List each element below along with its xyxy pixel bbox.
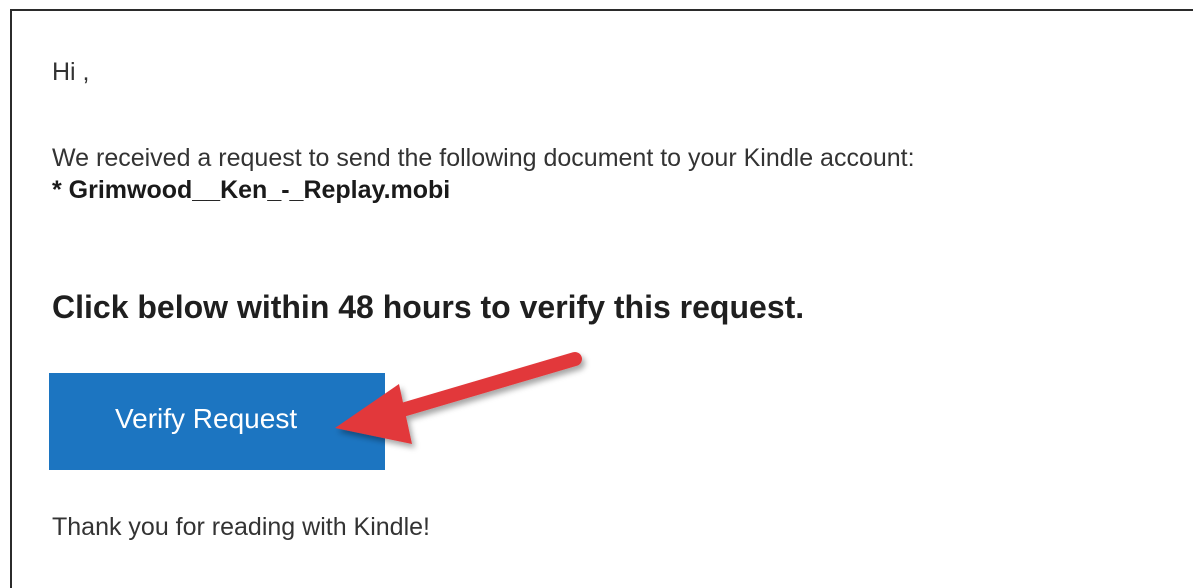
closing-text: Thank you for reading with Kindle! xyxy=(52,513,430,541)
verify-headline: Click below within 48 hours to verify th… xyxy=(52,289,805,325)
intro-text: We received a request to send the follow… xyxy=(52,144,915,172)
greeting-text: Hi , xyxy=(52,58,90,86)
verify-request-label: Verify Request xyxy=(115,403,298,434)
verify-request-button[interactable]: Verify Request xyxy=(49,373,385,470)
document-filename: * Grimwood__Ken_-_Replay.mobi xyxy=(52,176,451,204)
